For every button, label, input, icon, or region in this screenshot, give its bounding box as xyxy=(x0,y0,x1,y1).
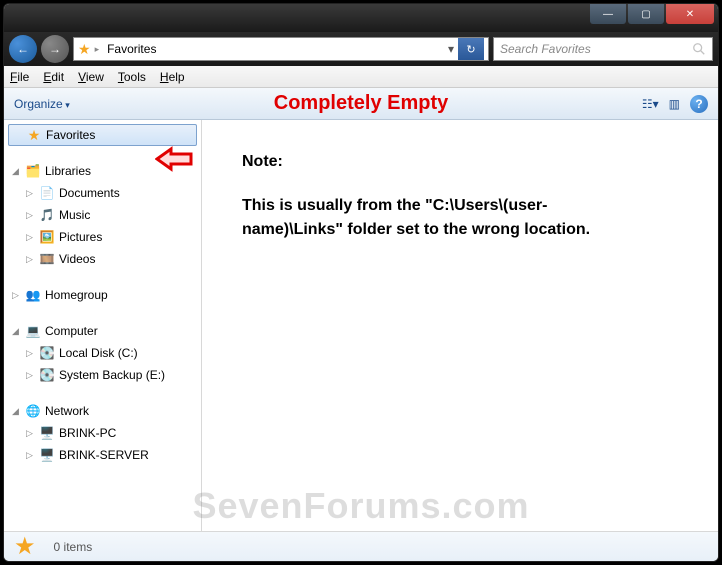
documents-icon: 📄 xyxy=(39,185,55,201)
star-icon: ★ xyxy=(26,127,42,143)
expand-icon[interactable]: ▷ xyxy=(24,348,35,359)
network-icon: 🌐 xyxy=(25,403,41,419)
titlebar: — ▢ ✕ xyxy=(4,4,718,32)
menu-bar: File Edit View Tools Help xyxy=(4,66,718,88)
address-dropdown-icon[interactable]: ▾ xyxy=(448,42,454,56)
nav-label: Videos xyxy=(59,252,95,266)
expand-icon[interactable]: ▷ xyxy=(24,188,35,199)
file-list-pane: Note: This is usually from the "C:\Users… xyxy=(202,120,718,531)
close-button[interactable]: ✕ xyxy=(666,4,714,24)
nav-computer[interactable]: ◢ 💻 Computer xyxy=(4,320,201,342)
back-button[interactable]: ← xyxy=(9,35,37,63)
nav-music[interactable]: ▷ 🎵 Music xyxy=(4,204,201,226)
forward-button[interactable]: → xyxy=(41,35,69,63)
nav-label: Music xyxy=(59,208,90,222)
nav-libraries[interactable]: ◢ 🗂️ Libraries xyxy=(4,160,201,182)
search-icon xyxy=(692,42,706,56)
expand-icon[interactable]: ▷ xyxy=(24,450,35,461)
nav-label: System Backup (E:) xyxy=(59,368,165,382)
nav-label: Pictures xyxy=(59,230,102,244)
address-bar[interactable]: ★ ▸ Favorites ▾ ↻ xyxy=(73,37,489,61)
nav-label: Libraries xyxy=(45,164,91,178)
computer-icon: 💻 xyxy=(25,323,41,339)
maximize-button[interactable]: ▢ xyxy=(628,4,664,24)
expand-icon[interactable]: ▷ xyxy=(24,232,35,243)
note-body: This is usually from the "C:\Users\(user… xyxy=(242,194,622,242)
explorer-window: — ▢ ✕ ← → ★ ▸ Favorites ▾ ↻ Search Favor… xyxy=(3,3,719,562)
music-icon: 🎵 xyxy=(39,207,55,223)
status-bar: ★ 0 items xyxy=(4,531,718,561)
command-bar: Organize Completely Empty ☷▾ ▥ ? xyxy=(4,88,718,120)
search-placeholder: Search Favorites xyxy=(500,42,591,56)
expand-icon[interactable]: ◢ xyxy=(10,406,21,417)
disk-icon: 💽 xyxy=(39,367,55,383)
menu-edit[interactable]: Edit xyxy=(43,70,64,84)
homegroup-icon: 👥 xyxy=(25,287,41,303)
nav-label: Documents xyxy=(59,186,120,200)
help-button[interactable]: ? xyxy=(690,95,708,113)
nav-label: Favorites xyxy=(46,128,95,142)
minimize-button[interactable]: — xyxy=(590,4,626,24)
videos-icon: 🎞️ xyxy=(39,251,55,267)
views-button[interactable]: ☷▾ xyxy=(642,97,659,111)
nav-documents[interactable]: ▷ 📄 Documents xyxy=(4,182,201,204)
pc-icon: 🖥️ xyxy=(39,425,55,441)
organize-button[interactable]: Organize xyxy=(14,97,70,111)
nav-network[interactable]: ◢ 🌐 Network xyxy=(4,400,201,422)
nav-label: Homegroup xyxy=(45,288,108,302)
expand-icon[interactable]: ▷ xyxy=(24,254,35,265)
menu-help[interactable]: Help xyxy=(160,70,185,84)
nav-system-backup[interactable]: ▷ 💽 System Backup (E:) xyxy=(4,364,201,386)
expand-icon[interactable]: ▷ xyxy=(24,428,35,439)
nav-pictures[interactable]: ▷ 🖼️ Pictures xyxy=(4,226,201,248)
pc-icon: 🖥️ xyxy=(39,447,55,463)
nav-local-disk[interactable]: ▷ 💽 Local Disk (C:) xyxy=(4,342,201,364)
expand-icon[interactable]: ▷ xyxy=(24,210,35,221)
menu-tools[interactable]: Tools xyxy=(118,70,146,84)
expand-icon[interactable]: ▷ xyxy=(24,370,35,381)
expand-icon[interactable]: ▷ xyxy=(10,290,21,301)
nav-homegroup[interactable]: ▷ 👥 Homegroup xyxy=(4,284,201,306)
nav-brink-pc[interactable]: ▷ 🖥️ BRINK-PC xyxy=(4,422,201,444)
nav-videos[interactable]: ▷ 🎞️ Videos xyxy=(4,248,201,270)
note-heading: Note: xyxy=(242,150,698,174)
refresh-button[interactable]: ↻ xyxy=(458,38,484,60)
preview-pane-button[interactable]: ▥ xyxy=(669,97,680,111)
nav-label: BRINK-PC xyxy=(59,426,116,440)
nav-label: Local Disk (C:) xyxy=(59,346,138,360)
breadcrumb[interactable]: Favorites xyxy=(103,40,160,58)
star-icon: ★ xyxy=(14,532,36,561)
expand-icon[interactable]: ◢ xyxy=(10,166,21,177)
content-area: ★ Favorites ◢ 🗂️ Libraries ▷ 📄 Documents ▷… xyxy=(4,120,718,531)
nav-label: Network xyxy=(45,404,89,418)
nav-toolbar: ← → ★ ▸ Favorites ▾ ↻ Search Favorites xyxy=(4,32,718,66)
nav-brink-server[interactable]: ▷ 🖥️ BRINK-SERVER xyxy=(4,444,201,466)
nav-favorites[interactable]: ★ Favorites xyxy=(8,124,197,146)
nav-label: BRINK-SERVER xyxy=(59,448,149,462)
pictures-icon: 🖼️ xyxy=(39,229,55,245)
disk-icon: 💽 xyxy=(39,345,55,361)
navigation-pane[interactable]: ★ Favorites ◢ 🗂️ Libraries ▷ 📄 Documents ▷… xyxy=(4,120,202,531)
menu-file[interactable]: File xyxy=(10,70,29,84)
libraries-icon: 🗂️ xyxy=(25,163,41,179)
star-icon: ★ xyxy=(78,41,91,58)
menu-view[interactable]: View xyxy=(78,70,104,84)
nav-label: Computer xyxy=(45,324,98,338)
breadcrumb-dropdown[interactable]: ▸ xyxy=(95,44,100,55)
expand-icon[interactable]: ◢ xyxy=(10,326,21,337)
item-count: 0 items xyxy=(54,540,93,554)
search-box[interactable]: Search Favorites xyxy=(493,37,713,61)
annotation-headline: Completely Empty xyxy=(274,92,448,115)
